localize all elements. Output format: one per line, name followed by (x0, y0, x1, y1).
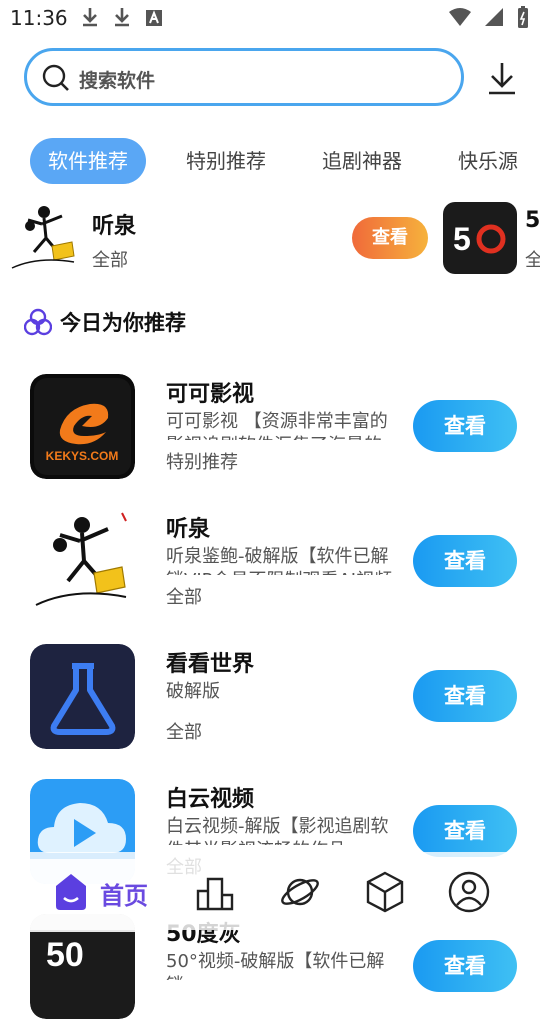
app-list-item[interactable]: 看看世界 破解版 全部 查看 (0, 644, 540, 764)
download-notification-icon (115, 8, 129, 27)
status-notification-icons (80, 6, 164, 28)
wifi-icon (449, 8, 471, 26)
tab-special-recommend[interactable]: 特别推荐 (186, 138, 266, 184)
carousel-item-category: 全 (525, 250, 540, 271)
section-heading: 今日为你推荐 (24, 306, 186, 338)
app-icon-tingquan (8, 202, 84, 274)
battery-icon (518, 6, 528, 28)
download-icon[interactable] (486, 60, 518, 96)
tab-drama-tools[interactable]: 追剧神器 (322, 138, 402, 184)
app-icon-flask (30, 644, 135, 749)
status-bar: 11:36 (0, 0, 540, 36)
cube-icon[interactable] (364, 870, 406, 914)
app-list-item[interactable]: 50 50度灰 50°视频-破解版【软件已解锁 查看 (0, 914, 540, 1034)
category-tabs: 软件推荐 特别推荐 追剧神器 快乐源 (30, 138, 540, 184)
view-button[interactable]: 查看 (413, 670, 517, 722)
app-name: 白云视频 (166, 787, 255, 812)
app-category: 全部 (166, 587, 202, 608)
app-description: 听泉鉴鲍-破解版【软件已解锁VIP会员不限制观看AI视频 (166, 546, 392, 575)
carousel-item-category: 全部 (92, 250, 128, 271)
nav-home-label: 首页 (100, 882, 148, 910)
app-icon-50[interactable]: 5 (443, 202, 517, 274)
home-icon (56, 874, 86, 910)
app-description: 可可影视 【资源非常丰富的影视追剧软件汇集了海量的 (166, 411, 388, 440)
app-icon-text: KEKYS.COM (46, 449, 119, 463)
app-category: 全部 (166, 722, 202, 743)
status-system-icons (448, 5, 530, 29)
download-notification-icon (83, 8, 97, 27)
carousel-view-button[interactable]: 查看 (352, 217, 428, 259)
status-time: 11:36 (10, 6, 68, 30)
view-button[interactable]: 查看 (413, 940, 517, 992)
app-description: 白云视频-解版【影视追剧软件其半影视流畅的作品 (166, 816, 389, 845)
view-button[interactable]: 查看 (413, 805, 517, 857)
svg-text:5: 5 (453, 221, 471, 257)
view-button[interactable]: 查看 (413, 535, 517, 587)
featured-carousel: 听泉 全部 查看 5 5 全 (0, 196, 540, 280)
app-list-item[interactable]: KEKYS.COM 可可影视 可可影视 【资源非常丰富的影视追剧软件汇集了海量的… (0, 374, 540, 494)
search-placeholder: 搜索软件 (79, 70, 156, 92)
planet-icon[interactable] (278, 870, 322, 914)
app-list-item[interactable]: 听泉 听泉鉴鲍-破解版【软件已解锁VIP会员不限制观看AI视频 全部 查看 (0, 509, 540, 629)
app-description: 破解版 (166, 681, 220, 702)
nav-home[interactable]: 首页 (52, 870, 192, 914)
profile-icon[interactable] (448, 870, 490, 914)
search-input[interactable]: 搜索软件 (24, 48, 464, 106)
carousel-item-title: 听泉 (92, 214, 137, 239)
recommend-icon (24, 308, 52, 336)
signal-icon (485, 8, 503, 26)
app-icon-text: 50 (46, 936, 84, 974)
carousel-item-title: 5 (525, 208, 540, 233)
app-name: 听泉 (166, 517, 211, 542)
app-icon-keke: KEKYS.COM (30, 374, 135, 479)
tab-happy-source[interactable]: 快乐源 (458, 138, 518, 184)
tab-software-recommend[interactable]: 软件推荐 (30, 138, 146, 184)
app-name: 看看世界 (166, 652, 255, 677)
view-button[interactable]: 查看 (413, 400, 517, 452)
app-category: 特别推荐 (166, 452, 238, 473)
bottom-navigation: 首页 (0, 852, 540, 930)
section-title: 今日为你推荐 (60, 311, 186, 335)
app-notification-icon (146, 10, 162, 26)
app-description: 50°视频-破解版【软件已解锁 (166, 951, 385, 980)
app-icon-tingquan (30, 509, 135, 614)
search-icon (42, 64, 69, 91)
ranking-icon[interactable] (194, 870, 236, 914)
app-name: 可可影视 (166, 382, 255, 407)
